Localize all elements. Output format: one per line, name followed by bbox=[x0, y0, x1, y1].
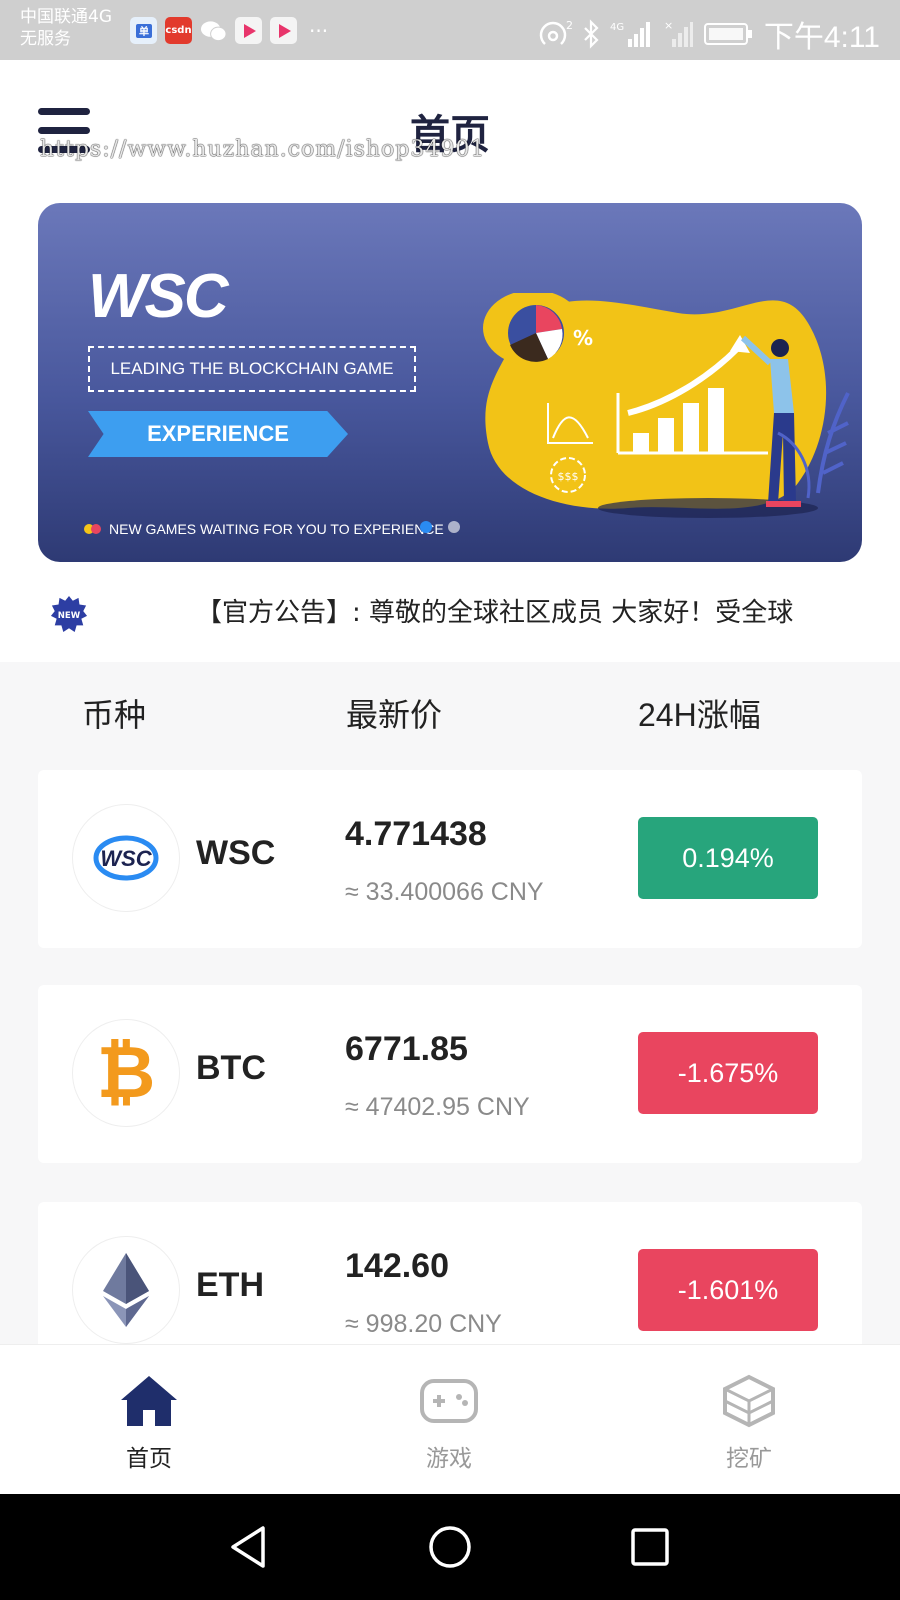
back-icon[interactable] bbox=[226, 1524, 272, 1570]
bottom-navigation: 首页 游戏 挖矿 bbox=[0, 1344, 900, 1494]
banner-area: WSC LEADING THE BLOCKCHAIN GAME EXPERIEN… bbox=[0, 200, 900, 580]
banner-subtitle-text: NEW GAMES WAITING FOR YOU TO EXPERIENCE bbox=[109, 521, 444, 537]
svg-text:单: 单 bbox=[139, 25, 149, 38]
youku-icon bbox=[270, 17, 297, 44]
announcement-bar[interactable]: NEW 【官方公告】: 尊敬的全球社区成员 大家好！受全球 bbox=[0, 580, 900, 662]
banner-experience-label: EXPERIENCE bbox=[88, 411, 348, 457]
wechat-icon bbox=[200, 17, 227, 44]
svg-text:₿: ₿ bbox=[97, 1035, 156, 1111]
gamepad-icon bbox=[418, 1373, 480, 1429]
wsc-logo-icon: WSC bbox=[72, 804, 180, 912]
carrier-name: 中国联通4G bbox=[20, 7, 112, 27]
change-badge: -1.675% bbox=[638, 1032, 818, 1114]
jingdong-icon: 单 bbox=[130, 17, 157, 44]
svg-text:WSC: WSC bbox=[100, 846, 152, 871]
promo-banner[interactable]: WSC LEADING THE BLOCKCHAIN GAME EXPERIEN… bbox=[38, 203, 862, 562]
hotspot-icon: 2 bbox=[539, 19, 572, 45]
signal-4g-icon: 4G bbox=[610, 22, 650, 47]
banner-pagination bbox=[420, 521, 460, 533]
announcement-text: 【官方公告】: 尊敬的全球社区成员 大家好！受全球 bbox=[196, 598, 794, 628]
new-badge-icon: NEW bbox=[50, 595, 88, 633]
coin-symbol: BTC bbox=[196, 1049, 266, 1087]
coin-symbol: ETH bbox=[196, 1266, 264, 1304]
csdn-label: csdn bbox=[165, 25, 192, 36]
more-notifications-icon: ··· bbox=[309, 18, 329, 43]
banner-logo: WSC bbox=[88, 262, 229, 331]
watermark-text: https://www.huzhan.com/ishop34901 bbox=[40, 137, 486, 162]
bitcoin-logo-icon: ₿ bbox=[72, 1019, 180, 1127]
coin-price: 6771.85 bbox=[345, 1030, 468, 1068]
banner-lead-text: LEADING THE BLOCKCHAIN GAME bbox=[88, 346, 416, 392]
carrier-info: 中国联通4G 无服务 bbox=[20, 6, 112, 50]
coin-row-eth[interactable]: ETH 142.60 ≈ 998.20 CNY -1.601% bbox=[38, 1202, 862, 1352]
nav-item-home[interactable]: 首页 bbox=[89, 1373, 209, 1473]
banner-subtitle: NEW GAMES WAITING FOR YOU TO EXPERIENCE bbox=[84, 521, 444, 537]
coin-row-wsc[interactable]: WSC WSC 4.771438 ≈ 33.400066 CNY 0.194% bbox=[38, 770, 862, 948]
column-header-coin: 币种 bbox=[82, 696, 147, 734]
coin-symbol: WSC bbox=[196, 834, 276, 872]
nav-label: 游戏 bbox=[426, 1446, 472, 1472]
status-bar: 中国联通4G 无服务 单 csdn ··· 2 4G × 下午4:11 bbox=[0, 0, 900, 60]
coin-price: 142.60 bbox=[345, 1247, 449, 1285]
clock: 下午4:11 bbox=[763, 21, 880, 54]
ethereum-logo-icon bbox=[72, 1236, 180, 1344]
service-status: 无服务 bbox=[20, 29, 71, 49]
youku-icon bbox=[235, 17, 262, 44]
nav-label: 首页 bbox=[126, 1446, 172, 1472]
banner-dot[interactable] bbox=[448, 521, 460, 533]
coin-price-cny: ≈ 998.20 CNY bbox=[345, 1310, 502, 1338]
csdn-icon: csdn bbox=[165, 17, 192, 44]
svg-text:2: 2 bbox=[566, 19, 572, 32]
recents-icon[interactable] bbox=[627, 1524, 673, 1570]
signal-none-icon: × bbox=[664, 19, 693, 47]
column-header-change: 24H涨幅 bbox=[638, 697, 761, 733]
nav-item-games[interactable]: 游戏 bbox=[389, 1373, 509, 1473]
coin-price-cny: ≈ 33.400066 CNY bbox=[345, 878, 544, 906]
banner-dots-icon bbox=[84, 524, 101, 534]
column-header-price: 最新价 bbox=[346, 696, 443, 734]
bluetooth-icon bbox=[584, 19, 599, 49]
svg-text:NEW: NEW bbox=[58, 611, 81, 621]
system-navigation-bar bbox=[0, 1494, 900, 1600]
home-circle-icon[interactable] bbox=[427, 1524, 473, 1570]
coin-price-cny: ≈ 47402.95 CNY bbox=[345, 1093, 530, 1121]
coin-row-btc[interactable]: ₿ BTC 6771.85 ≈ 47402.95 CNY -1.675% bbox=[38, 985, 862, 1163]
nav-item-mining[interactable]: 挖矿 bbox=[689, 1373, 809, 1473]
notification-icons: 单 csdn ··· bbox=[130, 17, 328, 44]
cube-icon bbox=[718, 1373, 780, 1429]
battery-icon bbox=[703, 23, 752, 45]
change-badge: -1.601% bbox=[638, 1249, 818, 1331]
system-indicators: 2 4G × 下午4:11 bbox=[538, 12, 880, 56]
nav-label: 挖矿 bbox=[726, 1446, 772, 1472]
coin-price: 4.771438 bbox=[345, 815, 487, 853]
change-badge: 0.194% bbox=[638, 817, 818, 899]
svg-text:%: % bbox=[573, 326, 593, 350]
svg-text:×: × bbox=[664, 19, 673, 32]
growth-chart-illustration: % $$$ bbox=[483, 293, 850, 518]
svg-text:$$$: $$$ bbox=[558, 470, 579, 483]
app-header: 首页 https://www.huzhan.com/ishop34901 bbox=[0, 60, 900, 200]
banner-dot-active[interactable] bbox=[420, 521, 432, 533]
svg-text:4G: 4G bbox=[610, 22, 624, 33]
home-icon bbox=[118, 1373, 180, 1429]
